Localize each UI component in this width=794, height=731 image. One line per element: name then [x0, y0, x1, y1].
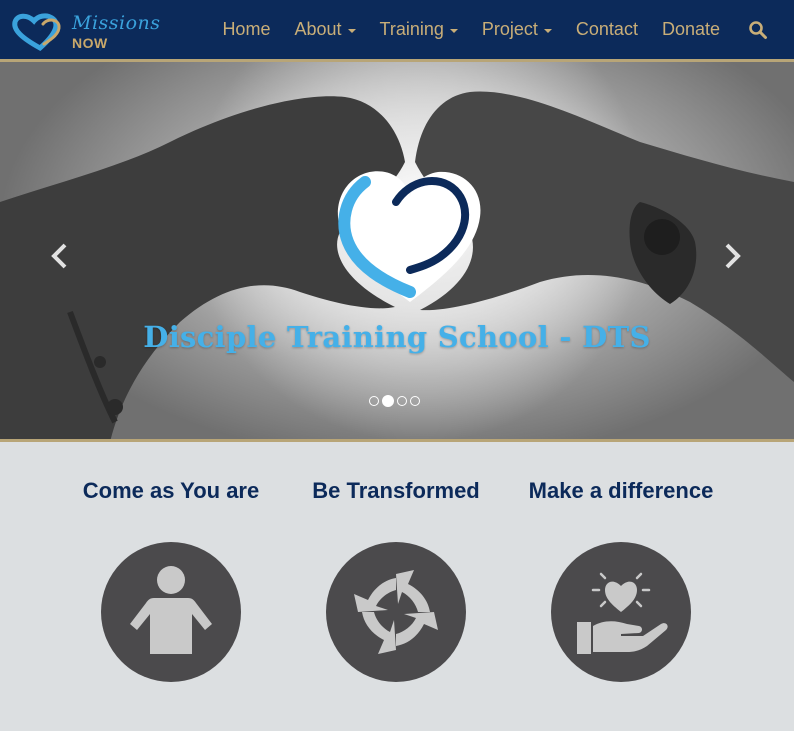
nav-project-label: Project: [481, 19, 538, 39]
hero-carousel: Disciple Training School - DTS: [0, 62, 794, 442]
nav-contact-label: Contact: [575, 19, 638, 39]
caret-down-icon: [449, 28, 458, 33]
carousel-indicator-3[interactable]: [397, 396, 407, 406]
hero-background-image: [0, 62, 794, 439]
caret-down-icon: [347, 28, 356, 33]
heart-in-hand-icon: [577, 572, 668, 654]
site-logo[interactable]: Missions NOW: [10, 8, 160, 54]
carousel-indicator-2[interactable]: [382, 395, 394, 407]
feature-title: Be Transformed: [312, 478, 480, 503]
carousel-indicators: [369, 395, 420, 407]
feature-icon-circle: [326, 542, 466, 682]
feature-make-a-difference: Make a difference: [501, 445, 741, 682]
search-button[interactable]: [732, 0, 794, 59]
nav-contact[interactable]: Contact: [564, 0, 650, 59]
feature-come-as-you-are: Come as You are: [51, 445, 291, 682]
logo-text-top: Missions: [72, 12, 161, 34]
carousel-indicator-1[interactable]: [369, 396, 379, 406]
nav-project[interactable]: Project: [470, 0, 564, 59]
nav-about-label: About: [294, 19, 342, 39]
search-icon: [749, 20, 767, 39]
carousel-indicator-4[interactable]: [410, 396, 420, 406]
feature-title: Come as You are: [82, 478, 260, 503]
feature-icon-circle: [101, 542, 241, 682]
main-nav: Home About Training Project Contact Dona…: [210, 0, 794, 59]
nav-training[interactable]: Training: [368, 0, 470, 59]
cycle-arrows-icon: [354, 570, 438, 654]
nav-home[interactable]: Home: [210, 0, 282, 59]
feature-title: Make a difference: [528, 478, 714, 503]
logo-text-bottom: NOW: [72, 35, 108, 51]
hero-title: Disciple Training School - DTS: [143, 320, 651, 354]
nav-training-label: Training: [379, 19, 444, 39]
nav-donate[interactable]: Donate: [650, 0, 732, 59]
chevron-left-icon: [51, 243, 67, 269]
features-section: Come as You are Be Transformed Make a di…: [0, 445, 794, 731]
feature-be-transformed: Be Transformed: [276, 445, 516, 682]
navbar: Missions NOW Home About Training Project…: [0, 0, 794, 62]
chevron-right-icon: [725, 243, 741, 269]
caret-down-icon: [543, 28, 552, 33]
logo-heart-icon: [12, 13, 61, 52]
nav-about[interactable]: About: [282, 0, 367, 59]
nav-donate-label: Donate: [661, 19, 720, 39]
nav-home-label: Home: [222, 19, 271, 39]
carousel-prev-button[interactable]: [44, 238, 74, 274]
person-icon: [130, 566, 212, 654]
carousel-next-button[interactable]: [718, 238, 748, 274]
feature-icon-circle: [551, 542, 691, 682]
